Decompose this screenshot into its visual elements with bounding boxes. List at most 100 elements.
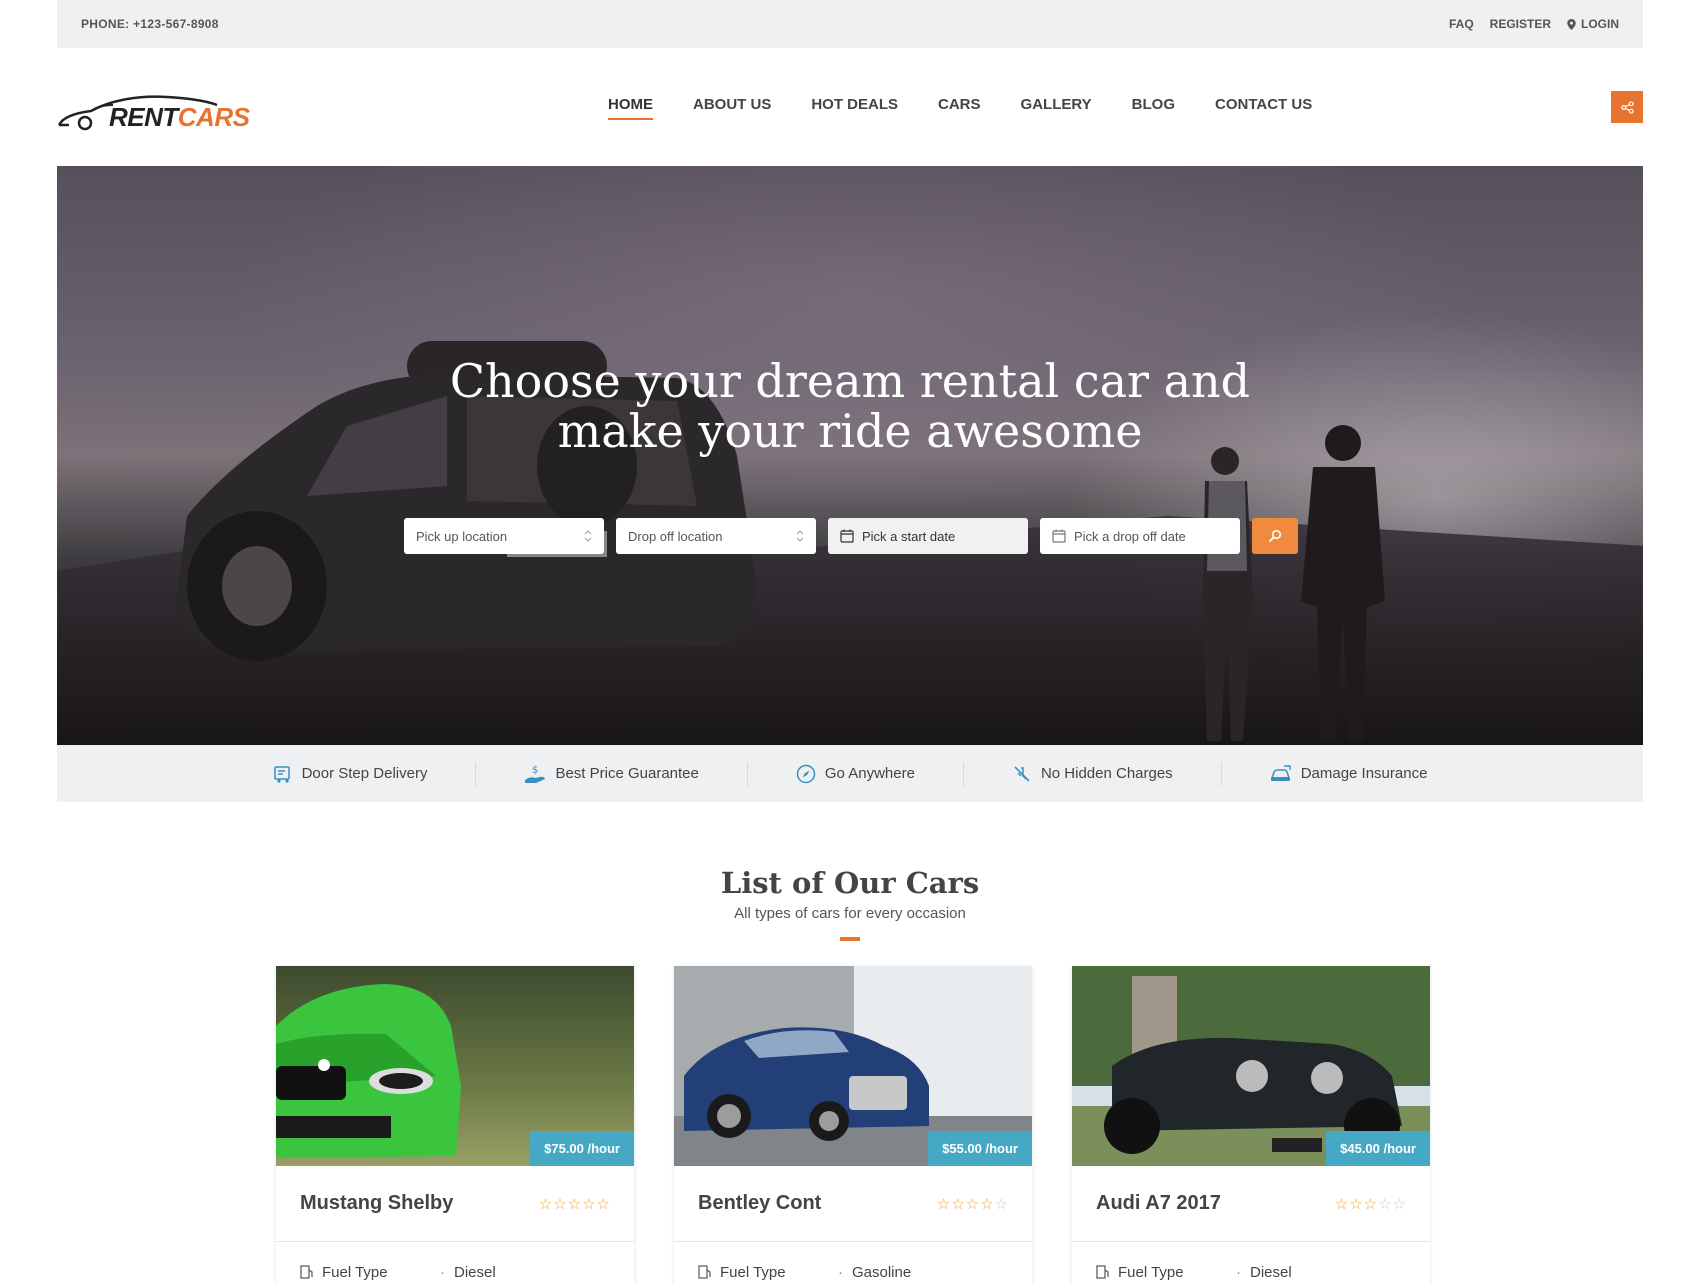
- car-spec-fuel: Fuel Type · Diesel: [276, 1242, 634, 1283]
- star-icon: ☆: [1363, 1195, 1378, 1213]
- top-links: FAQ REGISTER LOGIN: [1449, 17, 1619, 31]
- start-date-input[interactable]: Pick a start date: [828, 518, 1028, 554]
- price-hand-icon: $: [525, 765, 546, 783]
- star-icon: ☆: [980, 1195, 994, 1213]
- car-rating: ☆ ☆ ☆ ☆ ☆: [539, 1195, 610, 1213]
- hero-car-silhouette: [177, 341, 757, 661]
- select-arrows-icon: [796, 530, 804, 542]
- features-bar: Door Step Delivery $ Best Price Guarante…: [57, 745, 1643, 802]
- logo-text: RENTCARS: [109, 102, 250, 133]
- fuel-label: Fuel Type: [720, 1263, 786, 1281]
- calendar-icon: [840, 529, 854, 543]
- hero-title: Choose your dream rental car and make yo…: [57, 356, 1643, 456]
- car-card[interactable]: $45.00 /hour Audi A7 2017 ☆ ☆ ☆ ☆ ☆ Fuel Typ…: [1072, 966, 1430, 1283]
- car-name[interactable]: Mustang Shelby: [300, 1192, 453, 1215]
- car-spec-fuel: Fuel Type · Gasoline: [674, 1242, 1032, 1283]
- logo-text-rent: RENT: [109, 102, 178, 132]
- search-form: Pick up location Drop off location Pick …: [404, 518, 1298, 554]
- pickup-location-placeholder: Pick up location: [416, 528, 508, 544]
- nav-cars[interactable]: CARS: [938, 96, 981, 116]
- login-label: LOGIN: [1581, 17, 1619, 31]
- car-image[interactable]: $45.00 /hour: [1072, 966, 1430, 1166]
- nav-contact-us[interactable]: CONTACT US: [1215, 96, 1312, 116]
- spec-label: Fuel Type: [300, 1264, 440, 1281]
- car-card[interactable]: $55.00 /hour Bentley Cont ☆ ☆ ☆ ☆ ☆ Fuel Typ…: [674, 966, 1032, 1283]
- feature-label: No Hidden Charges: [1040, 765, 1173, 782]
- car-image[interactable]: $75.00 /hour: [276, 966, 634, 1166]
- dropoff-location-placeholder: Drop off location: [628, 528, 723, 544]
- feature-door-step-delivery: Door Step Delivery: [225, 761, 477, 786]
- star-icon: ☆: [936, 1195, 951, 1213]
- star-icon: ☆: [538, 1195, 553, 1213]
- drop-date-input[interactable]: Pick a drop off date: [1040, 518, 1240, 554]
- fuel-pump-icon: [698, 1265, 711, 1279]
- car-title-row: Bentley Cont ☆ ☆ ☆ ☆ ☆: [674, 1166, 1032, 1242]
- feature-no-hidden-charges: No Hidden Charges: [964, 761, 1222, 786]
- svg-text:$: $: [532, 765, 538, 776]
- nav-gallery[interactable]: GALLERY: [1021, 96, 1092, 116]
- star-icon: ☆: [596, 1195, 610, 1213]
- nav-home[interactable]: HOME: [608, 96, 653, 120]
- separator-dot: ·: [838, 1263, 843, 1281]
- fuel-pump-icon: [1096, 1265, 1109, 1279]
- hero-person-silhouette: [1301, 425, 1385, 741]
- star-empty-icon: ☆: [994, 1195, 1008, 1213]
- spec-label: Fuel Type: [1096, 1264, 1236, 1281]
- register-link[interactable]: REGISTER: [1490, 17, 1551, 31]
- fuel-pump-icon: [300, 1265, 313, 1279]
- star-icon: ☆: [1349, 1195, 1363, 1213]
- car-card[interactable]: $75.00 /hour Mustang Shelby ☆ ☆ ☆ ☆ ☆ Fuel T…: [276, 966, 634, 1283]
- car-title-row: Mustang Shelby ☆ ☆ ☆ ☆ ☆: [276, 1166, 634, 1242]
- drop-date-placeholder: Pick a drop off date: [1074, 528, 1186, 544]
- dropoff-location-select[interactable]: Drop off location: [616, 518, 816, 554]
- feature-label: Door Step Delivery: [301, 765, 428, 782]
- car-image[interactable]: $55.00 /hour: [674, 966, 1032, 1166]
- faq-link[interactable]: FAQ: [1449, 17, 1474, 31]
- star-icon: ☆: [1334, 1195, 1349, 1213]
- star-empty-icon: ☆: [1392, 1195, 1406, 1213]
- start-date-placeholder: Pick a start date: [862, 528, 956, 544]
- share-button[interactable]: [1611, 91, 1643, 123]
- header: RENTCARS HOME ABOUT US HOT DEALS CARS GA…: [57, 48, 1643, 166]
- section-divider: [840, 937, 860, 941]
- car-rating: ☆ ☆ ☆ ☆ ☆: [937, 1195, 1008, 1213]
- logo-text-cars: CARS: [177, 102, 250, 132]
- section-subtitle: All types of cars for every occasion: [734, 905, 966, 922]
- star-icon: ☆: [553, 1195, 567, 1213]
- top-bar: PHONE: +123-567-8908 FAQ REGISTER LOGIN: [57, 0, 1643, 48]
- hero-title-line-1: Choose your dream rental car and: [449, 354, 1251, 408]
- feature-label: Damage Insurance: [1300, 765, 1428, 782]
- compass-icon: [796, 764, 816, 783]
- car-name[interactable]: Audi A7 2017: [1096, 1192, 1221, 1215]
- car-title-row: Audi A7 2017 ☆ ☆ ☆ ☆ ☆: [1072, 1166, 1430, 1242]
- nav-blog[interactable]: BLOG: [1132, 96, 1175, 116]
- separator-dot: ·: [440, 1263, 445, 1281]
- feature-label: Best Price Guarantee: [555, 765, 699, 782]
- fuel-value: Diesel: [1250, 1263, 1292, 1281]
- select-arrows-icon: [584, 530, 592, 542]
- rentcars-logo[interactable]: RENTCARS: [57, 82, 262, 132]
- feature-go-anywhere: Go Anywhere: [748, 761, 964, 786]
- pickup-location-select[interactable]: Pick up location: [404, 518, 604, 554]
- hero-person-silhouette: [1203, 447, 1253, 741]
- feature-best-price-guarantee: $ Best Price Guarantee: [476, 761, 748, 786]
- fuel-value: Diesel: [454, 1263, 496, 1281]
- star-icon: ☆: [567, 1195, 582, 1213]
- nav-about-us[interactable]: ABOUT US: [693, 96, 771, 116]
- search-icon: [1268, 529, 1282, 543]
- nav-hot-deals[interactable]: HOT DEALS: [811, 96, 898, 116]
- feature-label: Go Anywhere: [824, 765, 915, 782]
- fuel-value: Gasoline: [852, 1263, 912, 1281]
- fuel-label: Fuel Type: [322, 1263, 388, 1281]
- phone-number: PHONE: +123-567-8908: [81, 17, 219, 31]
- fuel-label: Fuel Type: [1118, 1263, 1184, 1281]
- section-title: List of Our Cars: [720, 866, 980, 900]
- share-icon: [1620, 100, 1634, 114]
- star-icon: ☆: [951, 1195, 965, 1213]
- star-icon: ☆: [582, 1195, 596, 1213]
- car-name[interactable]: Bentley Cont: [698, 1192, 821, 1215]
- price-badge: $75.00 /hour: [530, 1131, 634, 1166]
- car-rating: ☆ ☆ ☆ ☆ ☆: [1335, 1195, 1406, 1213]
- login-link[interactable]: LOGIN: [1567, 17, 1619, 31]
- search-button[interactable]: [1252, 518, 1298, 554]
